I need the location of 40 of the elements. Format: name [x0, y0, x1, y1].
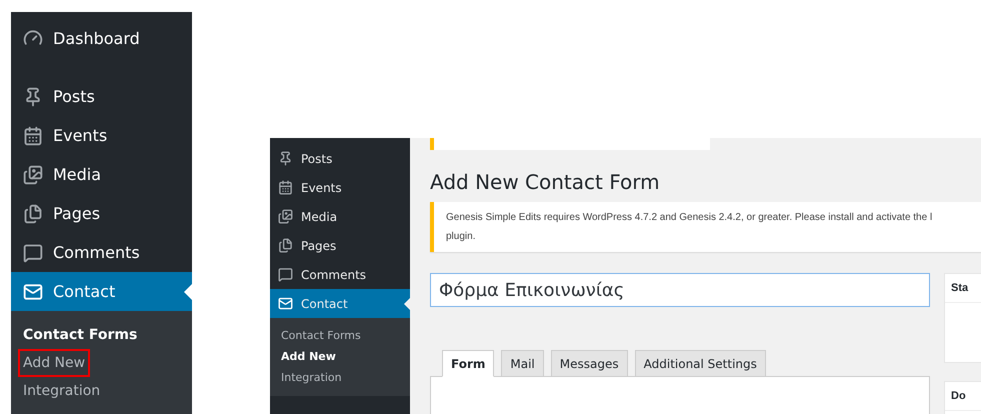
submenu-item[interactable]: Contact Forms [20, 323, 140, 347]
images-icon [23, 164, 43, 184]
box-title: Sta [945, 274, 981, 303]
tab[interactable]: Form [442, 350, 494, 377]
envelope-icon [278, 296, 293, 311]
menu-item[interactable]: Pages [11, 194, 192, 233]
submenu-item[interactable]: Integration [270, 367, 410, 388]
box-title: Do [945, 382, 981, 411]
menu-item[interactable]: Events [270, 173, 410, 202]
submenu-item[interactable]: Add New [270, 346, 410, 367]
tab[interactable]: Mail [501, 350, 544, 377]
tab[interactable]: Additional Settings [634, 350, 766, 377]
speech-bubble-icon [278, 267, 293, 282]
speech-bubble-icon [23, 242, 43, 262]
menu-item[interactable]: Comments [11, 233, 192, 272]
pages-icon [278, 238, 293, 253]
menu-item[interactable]: Contact [270, 289, 410, 318]
images-icon [278, 209, 293, 224]
menu-item[interactable]: Contact [11, 272, 192, 311]
calendar-icon [23, 126, 43, 146]
gauge-icon [23, 28, 43, 48]
menu-item[interactable]: Media [11, 155, 192, 194]
menu-item[interactable]: Pages [270, 231, 410, 260]
pin-icon [278, 151, 293, 166]
submenu-item[interactable]: Contact Forms [270, 325, 410, 346]
pages-icon [23, 204, 43, 224]
calendar-icon [278, 180, 293, 195]
menu-item[interactable]: Events [11, 116, 192, 155]
menu-item[interactable]: Dashboard [11, 12, 192, 64]
page-title: Add New Contact Form [430, 170, 661, 194]
submenu-item[interactable]: Add New [18, 349, 90, 377]
menu-item[interactable]: Posts [270, 144, 410, 173]
title-field[interactable]: Φόρμα Επικοινωνίας [430, 273, 930, 307]
menu-item[interactable]: Media [270, 202, 410, 231]
tab[interactable]: Messages [550, 350, 628, 377]
envelope-icon [23, 282, 43, 302]
notice-text: Genesis Simple Edits requires WordPress 4.7.2 and Genesis 2.4.2, or greater. Please install and activate the l plugin. [446, 211, 934, 244]
menu-item[interactable]: Comments [270, 260, 410, 289]
menu-item[interactable]: Posts [11, 77, 192, 116]
submenu-item[interactable]: Integration [20, 379, 104, 403]
